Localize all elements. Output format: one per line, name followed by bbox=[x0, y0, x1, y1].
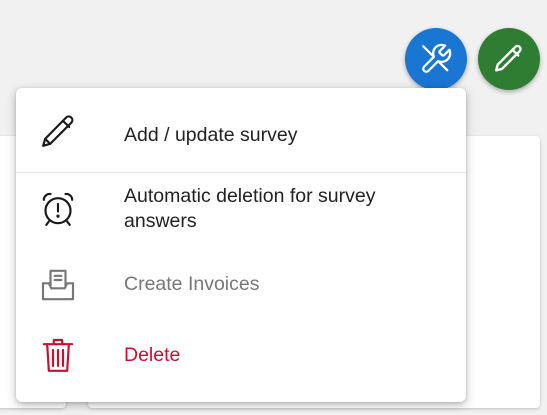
tools-button[interactable] bbox=[405, 28, 467, 90]
pencil-icon bbox=[495, 44, 522, 72]
alarm-clock-alert-icon bbox=[36, 187, 80, 231]
trash-icon bbox=[36, 333, 80, 377]
menu-item-automatic-deletion[interactable]: Automatic deletion for survey answers bbox=[16, 173, 466, 253]
menu-item-label: Create Invoices bbox=[124, 273, 260, 295]
menu-item-delete[interactable]: Delete bbox=[16, 319, 466, 389]
menu-item-add-update-survey[interactable]: Add / update survey bbox=[16, 88, 466, 172]
inbox-document-icon bbox=[36, 263, 80, 307]
menu-item-label: Automatic deletion for survey answers bbox=[124, 185, 376, 232]
tools-icon bbox=[422, 43, 452, 73]
context-menu: Add / update survey Automatic deletion f… bbox=[16, 88, 466, 402]
menu-item-create-invoices[interactable]: Create Invoices bbox=[16, 253, 466, 319]
menu-item-label: Delete bbox=[124, 344, 181, 366]
pencil-icon bbox=[36, 110, 80, 154]
edit-button[interactable] bbox=[478, 28, 540, 90]
menu-item-label: Add / update survey bbox=[124, 124, 298, 146]
